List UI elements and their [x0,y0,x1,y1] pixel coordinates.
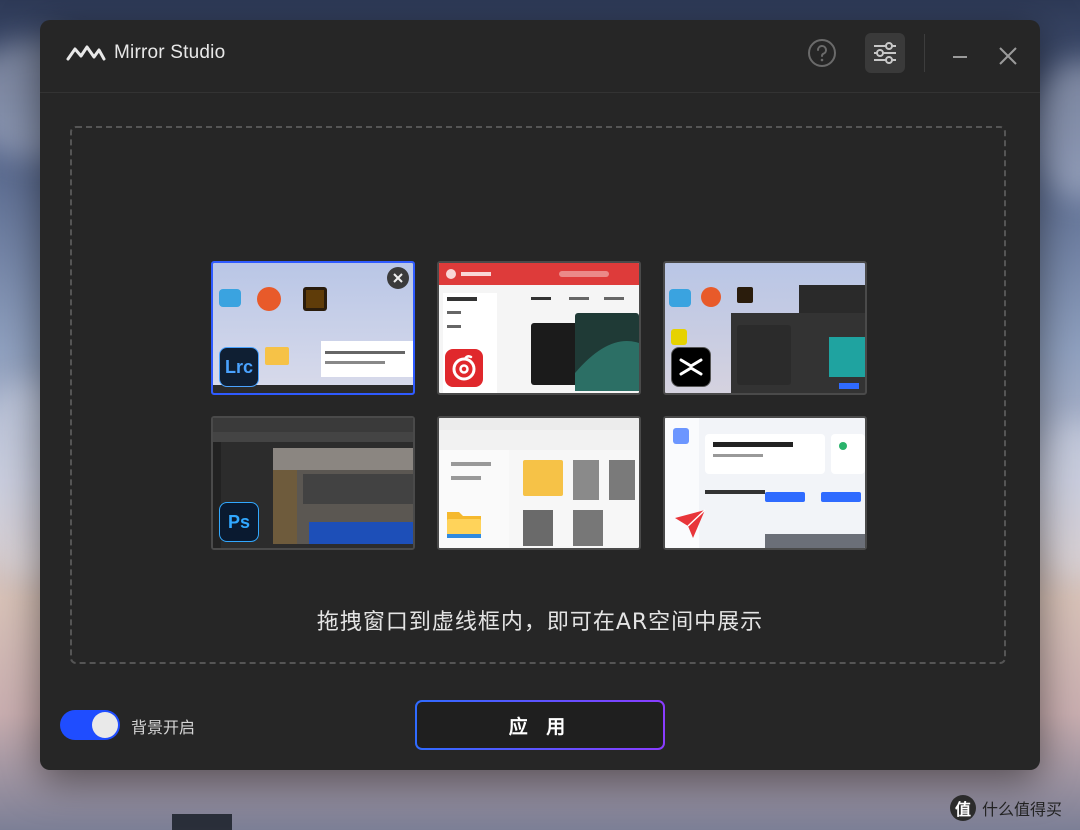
app-badge-label: Ps [227,511,251,532]
watermark: 值 什么值得买 [950,794,1062,822]
toggle-knob [92,712,118,738]
close-icon[interactable] [996,44,1020,68]
titlebar-divider [924,34,925,72]
background-building [172,814,232,830]
background-toggle[interactable] [60,710,120,740]
close-icon [393,273,403,283]
mirror-studio-window: Mirror Studio Lrc Ps 拖拽窗口到虚线框内，即可在AR空间中展… [40,20,1040,770]
watermark-logo-icon: 值 [950,795,976,821]
watermark-text: 什么值得买 [982,800,1063,819]
window-thumbnail-file-explorer[interactable] [437,416,641,550]
settings-button[interactable] [865,33,905,73]
netease-music-icon [445,349,483,387]
sliders-icon [874,42,896,64]
apply-button[interactable]: 应 用 [415,700,665,750]
capcut-logo-icon [679,358,703,376]
window-thumbnail-lightroom[interactable]: Lrc [211,261,415,395]
photoshop-icon: Ps [219,502,259,542]
send-app-icon [671,504,709,542]
drop-zone[interactable]: Lrc Ps 拖拽窗口到虚线框内，即可在AR空间中展示 [70,126,1006,664]
window-thumbnail-netease-music[interactable] [437,261,641,395]
window-thumbnail-document-app[interactable] [663,416,867,550]
window-thumbnail-photoshop[interactable]: Ps [211,416,415,550]
capcut-icon [671,347,711,387]
mirror-studio-logo-icon [66,45,106,61]
help-icon[interactable] [807,38,837,68]
minimize-icon[interactable] [948,44,972,68]
app-badge-label: Lrc [224,356,253,377]
netease-logo-icon [452,355,476,381]
window-thumbnail-capcut[interactable] [663,261,867,395]
background-toggle-label: 背景开启 [131,718,196,737]
app-title: Mirror Studio [114,42,226,63]
paper-plane-icon [675,509,706,538]
title-bar: Mirror Studio [40,20,1040,93]
folder-icon [447,512,481,538]
file-explorer-icon [445,504,483,542]
lightroom-classic-icon: Lrc [219,347,259,387]
remove-window-button[interactable] [387,267,409,289]
drop-zone-hint: 拖拽窗口到虚线框内，即可在AR空间中展示 [316,610,764,635]
